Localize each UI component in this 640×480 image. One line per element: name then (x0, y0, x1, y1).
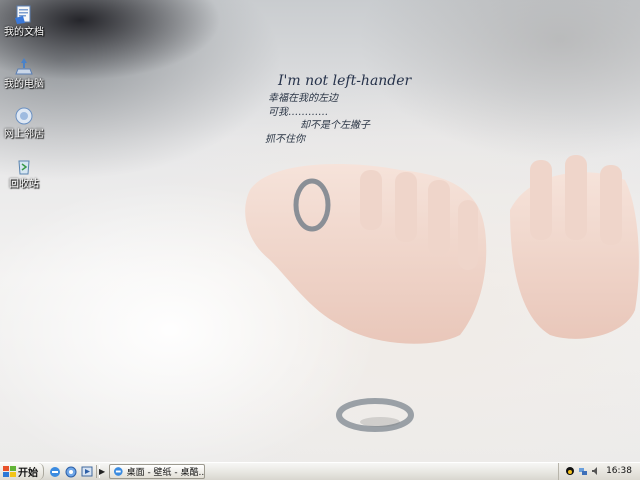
volume-icon[interactable] (591, 466, 601, 476)
hands-image (245, 155, 639, 432)
desktop-icon-network[interactable]: 网上邻居 (0, 105, 52, 141)
start-button[interactable]: 开始 (0, 463, 44, 480)
ie-icon (113, 467, 123, 476)
taskbar: 开始 ▶ 桌面 - 壁纸 - 桌酷... 16:38 (0, 462, 640, 480)
task-button-wallpaper[interactable]: 桌面 - 壁纸 - 桌酷... (109, 464, 205, 479)
system-tray: 16:38 (558, 463, 640, 480)
desktop-icon-label: 我的文档 (4, 27, 44, 38)
media-player-icon[interactable] (80, 465, 94, 478)
desktop-icon-recycle-bin[interactable]: 回收站 (0, 155, 52, 191)
desktop-icon-label: 网上邻居 (4, 129, 44, 140)
desktop-icon-my-computer[interactable]: 我的电脑 (0, 55, 52, 91)
task-button-label: 桌面 - 壁纸 - 桌酷... (126, 468, 204, 478)
wallpaper-line: 却不是个左撇子 (300, 120, 370, 131)
wallpaper-title: I'm not left-hander (278, 73, 412, 89)
start-label: 开始 (18, 468, 38, 479)
clock[interactable]: 16:38 (606, 466, 632, 476)
network-places-icon (15, 107, 33, 125)
desktop-icon-label: 我的电脑 (4, 79, 44, 90)
network-icon[interactable] (578, 466, 588, 476)
show-desktop-icon[interactable] (64, 465, 78, 478)
qq-icon[interactable] (565, 466, 575, 476)
my-documents-icon (15, 5, 31, 24)
chevron-right-icon[interactable]: ▶ (99, 467, 105, 476)
recycle-bin-icon (18, 160, 30, 175)
my-computer-icon (15, 58, 33, 75)
windows-logo-icon (3, 465, 16, 477)
wallpaper-line: 抓不住你 (265, 134, 305, 145)
ie-icon[interactable] (48, 465, 62, 478)
desktop-wallpaper: I'm not left-hander 幸福在我的左边 可我………… 却不是个左… (0, 0, 640, 462)
desktop-icon-my-documents[interactable]: 我的文档 (0, 3, 52, 39)
desktop-icon-label: 回收站 (9, 179, 39, 190)
wallpaper-line: 幸福在我的左边 (268, 93, 338, 104)
